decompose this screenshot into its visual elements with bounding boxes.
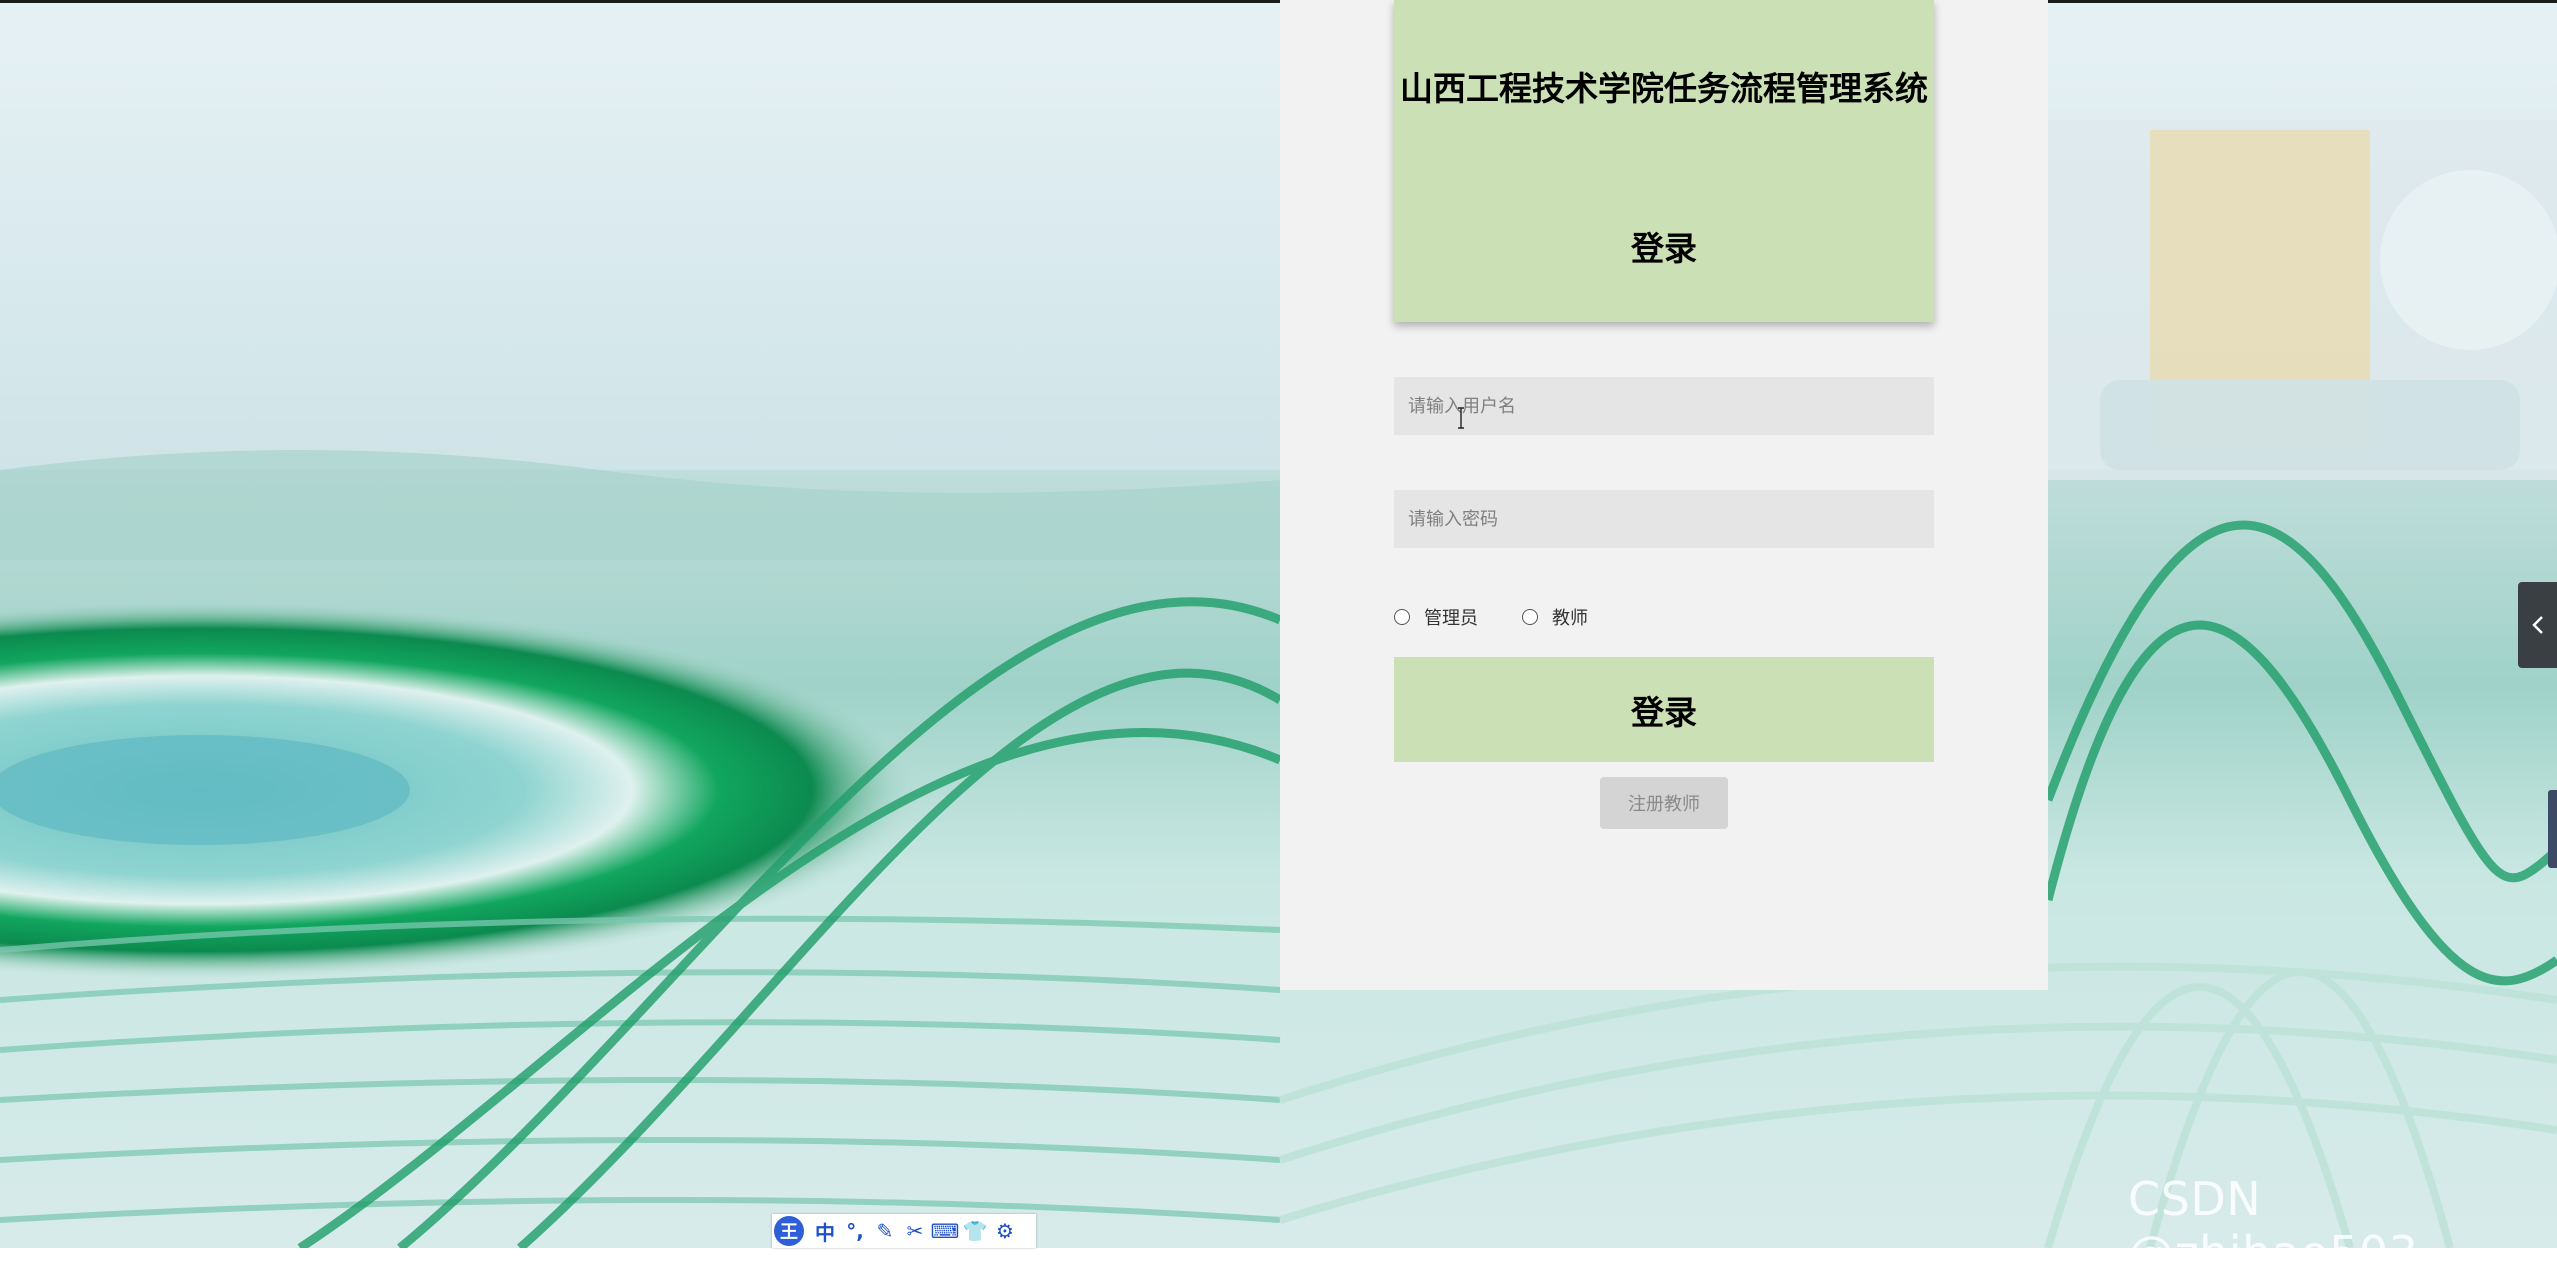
side-widget-tab[interactable] [2548,790,2557,868]
side-collapse-tab[interactable] [2518,582,2557,668]
login-button[interactable]: 登录 [1394,657,1934,762]
text-cursor-icon [1458,407,1464,429]
role-teacher-radio[interactable]: 教师 [1522,604,1588,630]
ime-skin-icon[interactable]: 👕 [960,1219,990,1243]
ime-chinese-mode-icon[interactable]: 中 [810,1217,840,1246]
radio-circle-icon[interactable] [1394,609,1410,625]
ime-settings-icon[interactable]: ⚙ [990,1219,1020,1243]
ime-screenshot-icon[interactable]: ✂ [900,1219,930,1243]
chevron-left-icon [2531,616,2543,634]
ime-handwrite-icon[interactable]: ✎ [870,1219,900,1243]
top-edge [0,0,2557,3]
username-input[interactable] [1394,377,1934,435]
role-teacher-label: 教师 [1552,608,1588,629]
ime-toolbar: 王 中 °, ✎ ✂ ⌨ 👕 ⚙ [772,1214,1036,1248]
radio-circle-icon[interactable] [1522,609,1538,625]
background-art [0,0,2557,1248]
role-admin-label: 管理员 [1424,608,1478,629]
register-teacher-button[interactable]: 注册教师 [1600,777,1728,829]
page-background [0,0,2557,1248]
login-heading: 登录 [1631,229,1697,268]
ime-logo-icon[interactable]: 王 [774,1216,804,1246]
ime-punctuation-icon[interactable]: °, [840,1219,870,1243]
login-header-card: 山西工程技术学院任务流程管理系统 登录 [1394,0,1934,322]
role-admin-radio[interactable]: 管理员 [1394,604,1478,630]
watermark: CSDN @zhihao503 [2128,1172,2419,1280]
ime-keyboard-icon[interactable]: ⌨ [930,1219,960,1243]
system-title: 山西工程技术学院任务流程管理系统 [1400,69,1928,108]
password-input[interactable] [1394,490,1934,548]
